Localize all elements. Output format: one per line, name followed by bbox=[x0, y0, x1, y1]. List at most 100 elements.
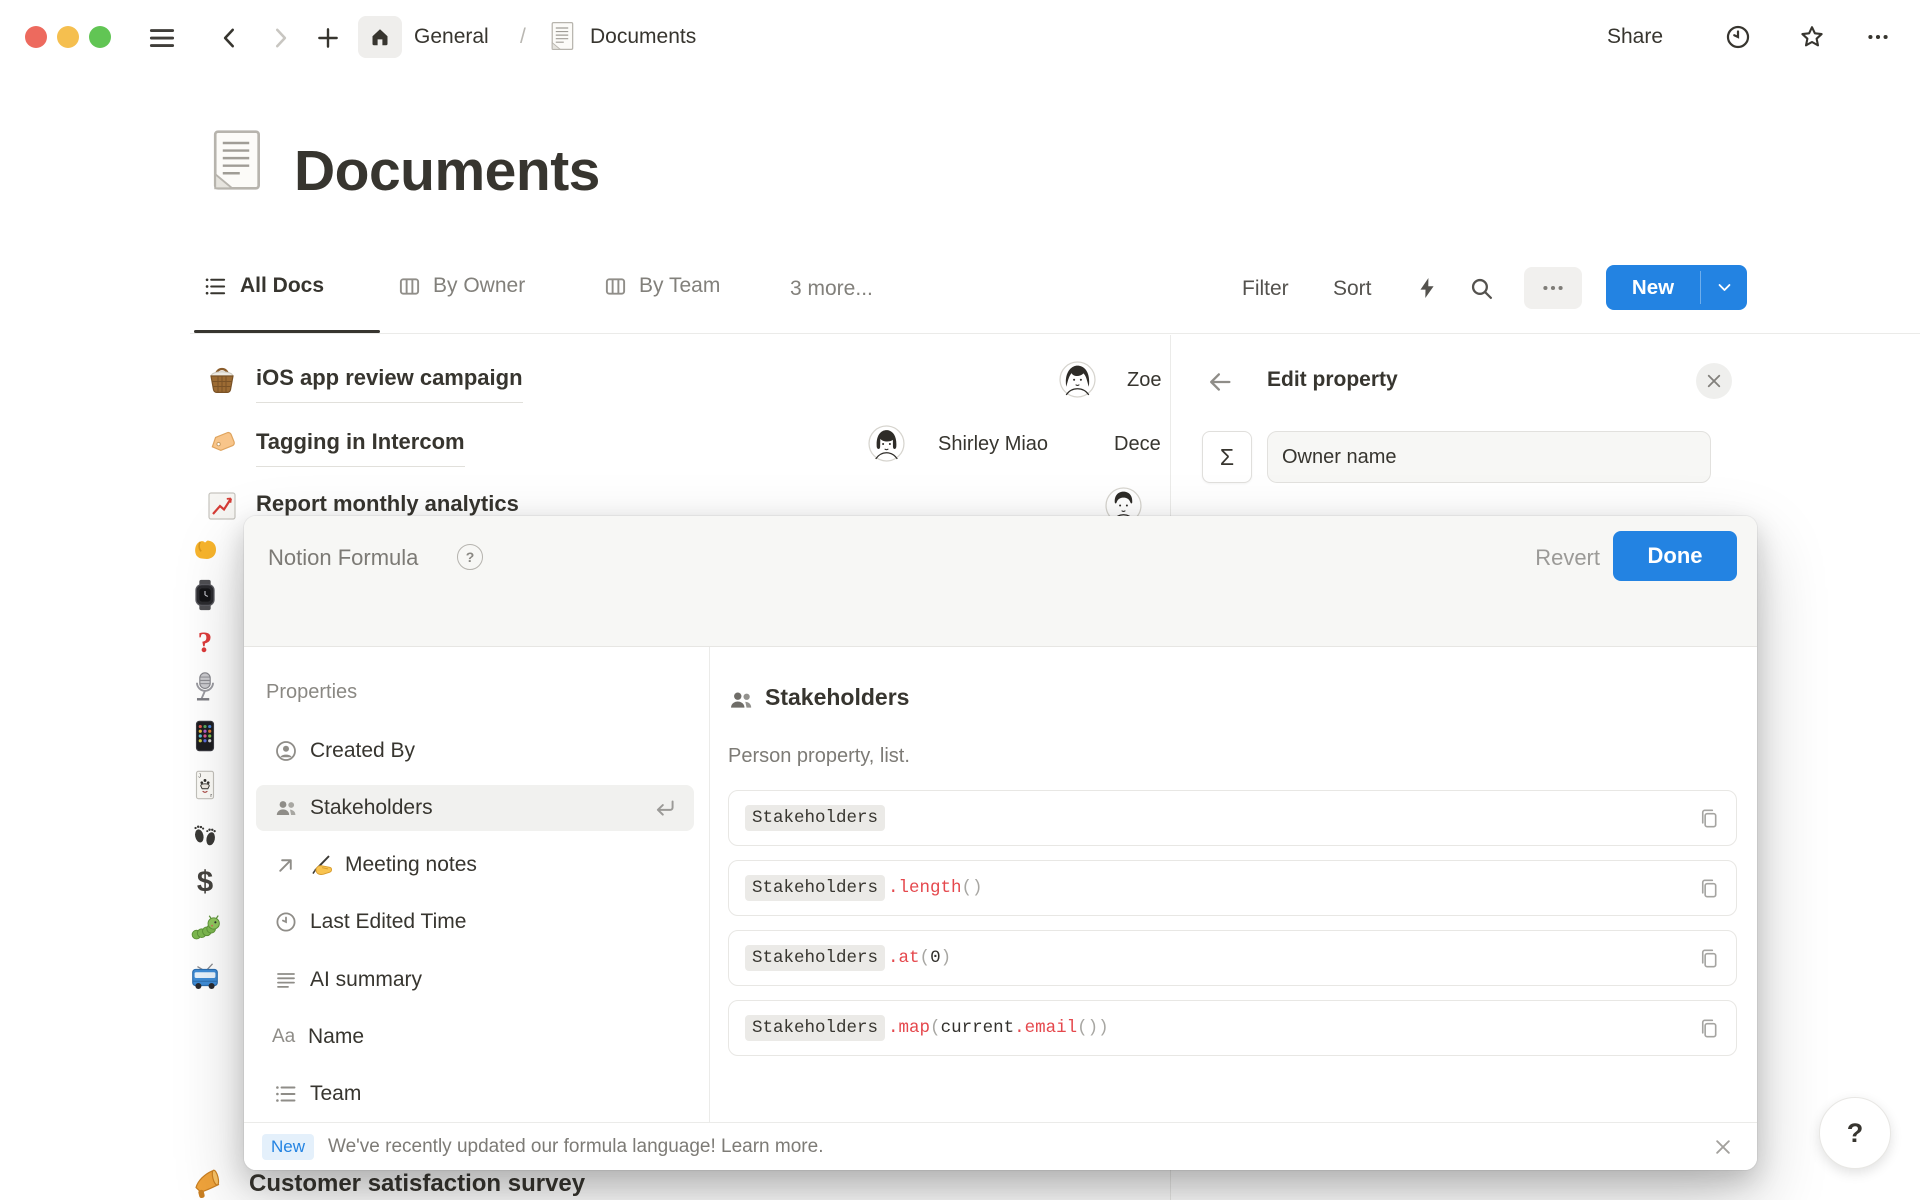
property-item-created-by[interactable]: Created By bbox=[256, 728, 694, 774]
clock-icon bbox=[1724, 23, 1752, 51]
code-punctuation: () bbox=[962, 878, 983, 898]
text-lines-icon bbox=[274, 968, 298, 992]
arrow-left-icon bbox=[1206, 368, 1234, 396]
new-split-button: New bbox=[1606, 265, 1747, 310]
avatar bbox=[1059, 361, 1096, 398]
share-button[interactable]: Share bbox=[1607, 25, 1663, 49]
breadcrumb-page[interactable]: Documents bbox=[590, 25, 696, 49]
row-title-link[interactable]: Tagging in Intercom bbox=[256, 427, 465, 467]
people-icon bbox=[728, 687, 754, 713]
property-type-button[interactable]: Σ bbox=[1202, 431, 1252, 483]
owner-cell[interactable]: Shirley Miao bbox=[938, 431, 1048, 457]
toolbar-divider bbox=[190, 333, 1920, 334]
trolleybus-emoji bbox=[188, 960, 222, 994]
property-item-last-edited-time[interactable]: Last Edited Time bbox=[256, 899, 694, 945]
formula-example[interactable]: Stakeholders.length() bbox=[728, 860, 1737, 916]
home-button[interactable] bbox=[358, 16, 402, 58]
question-mark-emoji bbox=[188, 625, 222, 659]
panel-title: Edit property bbox=[1267, 368, 1398, 392]
banner-text[interactable]: We've recently updated our formula langu… bbox=[328, 1136, 823, 1158]
property-item-label: Team bbox=[310, 1082, 361, 1106]
code-function: .email bbox=[1014, 1018, 1077, 1038]
copy-icon[interactable] bbox=[1697, 947, 1720, 970]
new-tab-button[interactable] bbox=[310, 20, 346, 56]
copy-icon[interactable] bbox=[1697, 1017, 1720, 1040]
view-options-button[interactable] bbox=[1524, 267, 1582, 309]
tab-by-owner[interactable]: By Owner bbox=[398, 274, 525, 298]
home-icon bbox=[368, 25, 392, 49]
new-button[interactable]: New bbox=[1606, 265, 1700, 310]
return-icon bbox=[652, 795, 678, 821]
sort-button[interactable]: Sort bbox=[1333, 277, 1372, 301]
property-item-team[interactable]: Team bbox=[256, 1071, 694, 1117]
panel-close-button[interactable] bbox=[1696, 363, 1732, 399]
muscle-emoji bbox=[188, 532, 222, 566]
favorite-button[interactable] bbox=[1792, 17, 1832, 57]
revert-button[interactable]: Revert bbox=[1535, 545, 1600, 571]
tab-all-docs[interactable]: All Docs bbox=[204, 274, 324, 298]
property-item-stakeholders[interactable]: Stakeholders bbox=[256, 785, 694, 831]
row-title-link[interactable]: Customer satisfaction survey bbox=[249, 1170, 585, 1198]
property-item-ai-summary[interactable]: AI summary bbox=[256, 957, 694, 1003]
updates-button[interactable] bbox=[1718, 17, 1758, 57]
done-button[interactable]: Done bbox=[1613, 531, 1737, 581]
property-item-label: Created By bbox=[310, 739, 415, 763]
formula-example[interactable]: Stakeholders bbox=[728, 790, 1737, 846]
close-window-button[interactable] bbox=[25, 26, 47, 48]
arrow-up-right-icon bbox=[274, 854, 297, 877]
breadcrumb-section[interactable]: General bbox=[414, 25, 489, 49]
property-item-label: Meeting notes bbox=[345, 853, 477, 877]
back-button[interactable] bbox=[212, 20, 248, 56]
caterpillar-emoji bbox=[188, 911, 222, 945]
window-topbar: General / Documents Share bbox=[0, 0, 1920, 72]
filter-button[interactable]: Filter bbox=[1242, 277, 1289, 301]
title-type-icon: Aa bbox=[272, 1026, 300, 1048]
formula-input[interactable] bbox=[244, 582, 1757, 646]
formula-example[interactable]: Stakeholders.at(0) bbox=[728, 930, 1737, 986]
sidebar-menu-button[interactable] bbox=[144, 20, 180, 56]
formula-example[interactable]: Stakeholders.map(current.email()) bbox=[728, 1000, 1737, 1056]
code-argument: current bbox=[941, 1018, 1015, 1038]
properties-pane: Properties Created By Stakeholders Meeti… bbox=[244, 647, 710, 1122]
code-punctuation: ()) bbox=[1077, 1018, 1109, 1038]
new-dropdown-button[interactable] bbox=[1701, 265, 1747, 310]
copy-icon[interactable] bbox=[1697, 877, 1720, 900]
code-function: .map bbox=[888, 1018, 930, 1038]
minimize-window-button[interactable] bbox=[57, 26, 79, 48]
breadcrumb-separator: / bbox=[520, 25, 526, 49]
owner-cell[interactable]: Zoe bbox=[1127, 367, 1161, 393]
tab-by-team[interactable]: By Team bbox=[604, 274, 720, 298]
chevron-right-icon bbox=[267, 25, 293, 51]
formula-help-button[interactable]: ? bbox=[457, 544, 483, 570]
person-circle-icon bbox=[274, 739, 298, 763]
basket-emoji bbox=[204, 362, 240, 398]
board-icon bbox=[604, 275, 627, 298]
new-button-label: New bbox=[1632, 276, 1674, 300]
tab-label: By Owner bbox=[433, 274, 525, 298]
zoom-window-button[interactable] bbox=[89, 26, 111, 48]
page-title-emoji[interactable] bbox=[202, 126, 270, 194]
automations-button[interactable] bbox=[1408, 269, 1446, 307]
property-item-label: Last Edited Time bbox=[310, 910, 466, 934]
code-token: Stakeholders bbox=[745, 1015, 885, 1041]
banner-close-icon[interactable] bbox=[1713, 1137, 1733, 1157]
property-item-name[interactable]: Aa Name bbox=[256, 1014, 694, 1060]
dollar-emoji bbox=[188, 864, 222, 898]
tab-more-views[interactable]: 3 more... bbox=[790, 277, 873, 301]
formula-editor-popup: Notion Formula ? Revert Done Properties … bbox=[244, 516, 1757, 1170]
search-button[interactable] bbox=[1462, 269, 1500, 307]
property-name-input[interactable] bbox=[1267, 431, 1711, 483]
forward-button[interactable] bbox=[262, 20, 298, 56]
help-button[interactable]: ? bbox=[1819, 1097, 1891, 1169]
code-function: .length bbox=[888, 878, 962, 898]
view-tabs-bar: All Docs By Owner By Team 3 more... Filt… bbox=[0, 256, 1920, 334]
property-item-meeting-notes[interactable]: Meeting notes bbox=[256, 842, 694, 888]
done-button-label: Done bbox=[1648, 543, 1703, 569]
date-cell[interactable]: Dece bbox=[1114, 431, 1161, 457]
page-options-button[interactable] bbox=[1858, 17, 1898, 57]
chevron-down-icon bbox=[1716, 279, 1733, 296]
row-title-link[interactable]: iOS app review campaign bbox=[256, 363, 523, 403]
watch-emoji bbox=[188, 578, 222, 612]
panel-back-button[interactable] bbox=[1201, 363, 1239, 401]
copy-icon[interactable] bbox=[1697, 807, 1720, 830]
